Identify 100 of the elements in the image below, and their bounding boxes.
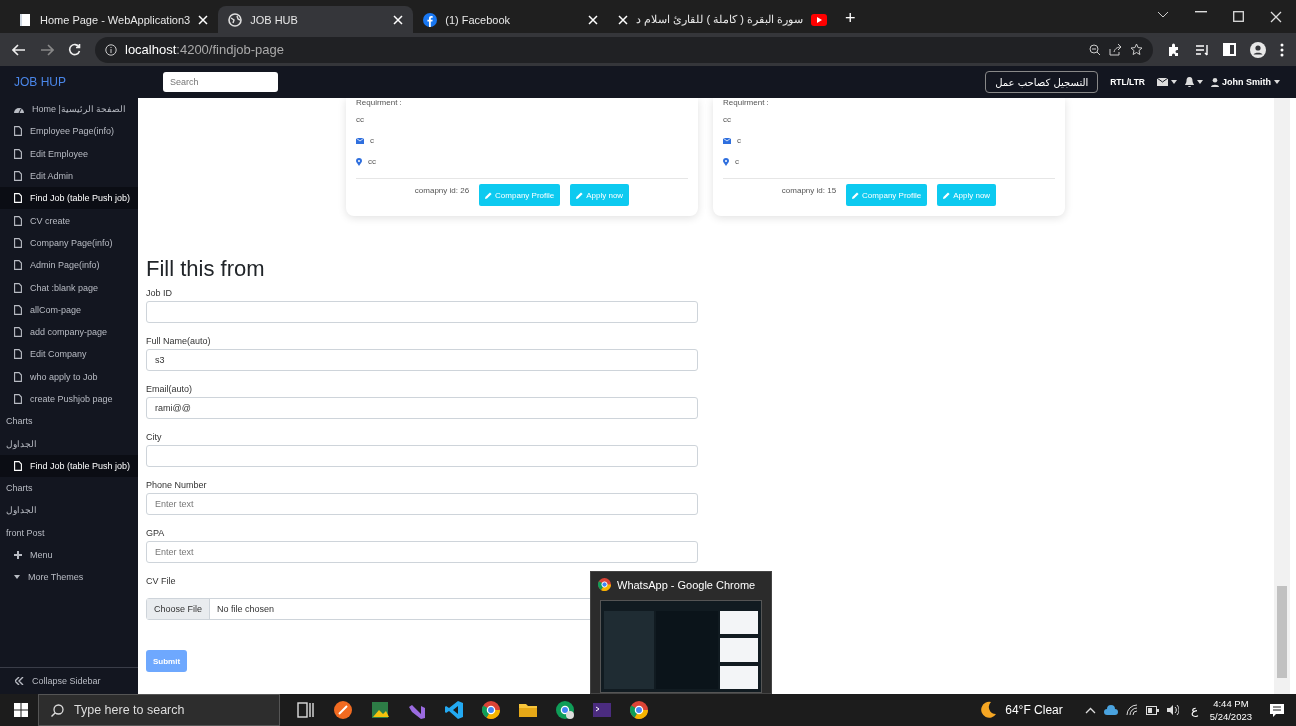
speaker-icon[interactable] <box>1166 705 1179 715</box>
requirement-label: Requirment : <box>356 98 403 107</box>
caret-icon <box>1274 80 1280 84</box>
task-view-icon[interactable] <box>296 700 316 720</box>
sidebar-item[interactable]: Company Page(info) <box>0 231 138 255</box>
page-icon <box>14 460 22 471</box>
side-panel-icon[interactable] <box>1223 43 1236 56</box>
sidebar-item[interactable]: allCom-page <box>0 298 138 321</box>
page-icon <box>14 215 22 226</box>
requirement-text: cc <box>356 115 365 124</box>
profile-icon[interactable] <box>1250 41 1266 58</box>
input-field[interactable] <box>146 301 698 323</box>
pencil-icon <box>943 191 951 199</box>
close-icon[interactable] <box>1270 10 1282 23</box>
email-text: c <box>737 136 741 145</box>
reload-icon[interactable] <box>68 43 81 56</box>
sidebar-item[interactable]: CV create <box>0 209 138 232</box>
sidebar-item[interactable]: Find Job (table Push job) <box>0 454 138 478</box>
sidebar-item[interactable]: Admin Page(info) <box>0 254 138 277</box>
scrollbar-thumb[interactable] <box>1277 586 1287 678</box>
register-employer-button[interactable]: التسجيل كصاحب عمل <box>985 71 1099 93</box>
user-icon <box>1211 77 1219 87</box>
sidebar-item[interactable]: الجداول <box>0 499 138 522</box>
zoom-icon[interactable] <box>1089 43 1101 56</box>
pencil-app-icon[interactable] <box>333 700 353 720</box>
globe-icon <box>228 12 243 27</box>
input-field[interactable] <box>146 445 698 467</box>
browser-tab[interactable]: سورة البقرة ( كاملة ) للقارئ اسلام د <box>608 6 837 33</box>
cloud-icon[interactable] <box>1103 705 1118 715</box>
page-icon <box>14 371 22 382</box>
notification-icon[interactable] <box>1270 703 1284 717</box>
field-label: Phone Number <box>146 480 207 490</box>
browser-tab[interactable]: JOB HUB <box>218 6 414 33</box>
input-field[interactable]: rami@@ <box>146 397 698 419</box>
sidebar-item[interactable]: Employee Page(info) <box>0 120 138 143</box>
puzzle-icon[interactable] <box>1167 42 1181 57</box>
sidebar-item[interactable]: الجداول <box>0 432 138 455</box>
envelope-icon[interactable] <box>1157 78 1168 86</box>
location-pin-icon <box>356 157 362 166</box>
taskbar-search-field[interactable]: Type here to search <box>38 694 280 726</box>
terminal-icon[interactable] <box>592 700 612 720</box>
location-pin-icon <box>723 157 729 166</box>
sidebar-item[interactable]: Edit Company <box>0 343 138 366</box>
input-field[interactable]: Enter text <box>146 541 698 563</box>
browser-tab[interactable]: Home Page - WebApplication3 <box>8 6 219 33</box>
minimize-icon[interactable] <box>1195 10 1207 13</box>
company-id-text: comapny id: 26 <box>414 186 470 195</box>
page-icon <box>14 282 22 293</box>
sidebar-item[interactable]: Chat :blank page <box>0 276 138 299</box>
more-menu-icon[interactable] <box>1280 42 1284 57</box>
code-editor-icon[interactable] <box>444 700 464 720</box>
pencil-icon <box>852 191 860 199</box>
input-language-indicator[interactable]: ع <box>1190 703 1198 717</box>
clock[interactable]: 4:44 PM 5/24/2023 <box>1209 697 1252 723</box>
user-menu[interactable]: John Smith <box>1222 77 1271 87</box>
chevron-down-icon[interactable] <box>1157 10 1169 19</box>
maximize-icon[interactable] <box>1233 10 1244 22</box>
page-icon <box>14 394 22 404</box>
windows-logo-icon[interactable] <box>14 703 28 717</box>
forward-arrow-icon[interactable] <box>40 43 54 56</box>
browser-logo-icon <box>598 578 611 591</box>
image-editor-app-icon[interactable] <box>370 700 390 720</box>
page-icon <box>14 126 22 137</box>
search-field[interactable]: Search <box>163 72 278 92</box>
sidebar-item[interactable]: Home |الصفحة الرئيسية <box>0 98 138 121</box>
back-arrow-icon[interactable] <box>12 43 26 56</box>
input-field[interactable]: Enter text <box>146 493 698 515</box>
sidebar-item[interactable]: create Pushjob page <box>0 387 138 411</box>
sidebar-item[interactable]: Charts <box>0 410 138 433</box>
brand-title[interactable]: JOB HUP <box>14 75 163 89</box>
search-icon <box>51 703 64 717</box>
sidebar-item[interactable]: front Post <box>0 521 138 544</box>
sidebar-item[interactable]: add company-page <box>0 320 138 344</box>
direction-toggle-link[interactable]: RTL/LTR <box>1110 77 1145 87</box>
browser-tab[interactable]: (1) Facebook <box>413 6 609 33</box>
sidebar-item[interactable]: Charts <box>0 477 138 500</box>
reading-list-icon[interactable] <box>1195 43 1209 56</box>
sidebar-item[interactable]: Menu <box>0 543 138 567</box>
chevron-up-icon[interactable] <box>1084 706 1096 714</box>
sidebar-item[interactable]: who apply to Job <box>0 365 138 388</box>
sidebar-item[interactable]: More Themes <box>0 566 138 589</box>
input-field[interactable]: s3 <box>146 349 698 371</box>
sidebar-item[interactable]: Find Job (table Push job) <box>0 187 138 210</box>
share-icon[interactable] <box>1109 43 1122 56</box>
bell-icon[interactable] <box>1185 77 1194 87</box>
field-label: Email(auto) <box>146 384 192 394</box>
requirement-label: Requirment : <box>723 98 770 107</box>
page-icon <box>14 304 22 315</box>
new-tab-button[interactable]: + <box>844 8 856 29</box>
sidebar-item[interactable]: Edit Employee <box>0 142 138 165</box>
moon-icon[interactable] <box>979 701 998 719</box>
envelope-icon <box>356 137 364 144</box>
star-icon[interactable] <box>1130 43 1143 56</box>
sidebar-item[interactable]: Edit Admin <box>0 164 138 188</box>
address-bar[interactable]: localhost:4200/findjob-page <box>95 36 1153 63</box>
requirement-text: cc <box>723 115 732 124</box>
scrollbar[interactable] <box>1274 98 1290 694</box>
wifi-icon[interactable] <box>1125 704 1138 716</box>
location-text: c <box>735 157 739 166</box>
battery-icon[interactable] <box>1145 705 1159 715</box>
